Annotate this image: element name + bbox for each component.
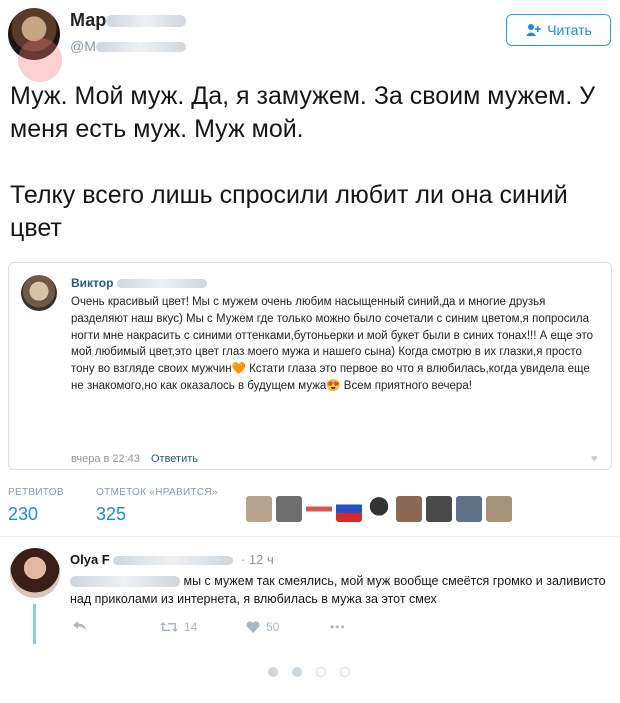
- liker-avatar[interactable]: [396, 496, 422, 522]
- quote-meta: вчера в 22:43 Ответить: [71, 453, 198, 465]
- pager-dot[interactable]: [340, 667, 350, 677]
- tweet-text: Муж. Мой муж. Да, я замужем. За своим му…: [10, 80, 610, 278]
- reply-action-button[interactable]: [72, 620, 88, 632]
- quote-author[interactable]: Виктор: [71, 276, 207, 290]
- heart-icon: [246, 621, 260, 633]
- follow-icon: [526, 24, 542, 36]
- divider: [0, 536, 620, 537]
- pager-dot[interactable]: [292, 667, 302, 677]
- reply-icon: [73, 621, 87, 631]
- liker-avatar[interactable]: [336, 496, 362, 522]
- pager-dots: [268, 667, 350, 677]
- quoted-comment[interactable]: Виктор Очень красивый цвет! Мы с мужем о…: [8, 262, 612, 470]
- liker-avatar[interactable]: [306, 496, 332, 522]
- retweets-count[interactable]: 230: [8, 504, 38, 525]
- liker-avatar[interactable]: [486, 496, 512, 522]
- reply-text: мы с мужем так смеялись, мой муж вообще …: [70, 574, 606, 606]
- retweets-label: РЕТВИТОВ: [8, 487, 64, 498]
- touch-indicator: [18, 38, 62, 82]
- retweet-button[interactable]: 14: [160, 620, 197, 634]
- retweet-icon: [160, 622, 178, 632]
- quote-avatar[interactable]: [21, 275, 57, 311]
- author-handle: @M: [70, 38, 186, 54]
- tweet-paragraph-2: Телку всего лишь спросили любит ли она с…: [10, 181, 568, 242]
- reply-retweet-count: 14: [184, 620, 198, 634]
- reply-header: Olya F · 12 ч: [70, 552, 274, 567]
- blurred-name: [106, 15, 187, 28]
- blurred-handle: [95, 42, 186, 53]
- reply-time: · 12 ч: [241, 552, 274, 567]
- quote-time: вчера в 22:43: [71, 453, 140, 465]
- blurred-mention: [70, 576, 180, 588]
- follow-button[interactable]: Читать: [506, 14, 611, 46]
- like-button[interactable]: 50: [246, 620, 279, 634]
- pager-dot[interactable]: [316, 667, 326, 677]
- tweet-paragraph-1: Муж. Мой муж. Да, я замужем. За своим му…: [10, 82, 596, 143]
- pager-dot[interactable]: [268, 667, 278, 677]
- reply-like-count: 50: [266, 620, 280, 634]
- reply-avatar[interactable]: [10, 548, 60, 598]
- heart-icon[interactable]: ♥: [591, 453, 598, 465]
- likes-label: ОТМЕТОК «НРАВИТСЯ»: [96, 487, 218, 498]
- liker-avatar[interactable]: [426, 496, 452, 522]
- blurred-reply-handle: [113, 556, 234, 566]
- more-icon[interactable]: •••: [330, 620, 346, 634]
- likes-count[interactable]: 325: [96, 504, 126, 525]
- liker-avatar[interactable]: [456, 496, 482, 522]
- liker-avatar[interactable]: [366, 496, 392, 522]
- liker-avatar[interactable]: [276, 496, 302, 522]
- reply-author[interactable]: Olya F: [70, 552, 110, 567]
- likers-avatars: [246, 496, 512, 522]
- thread-line: [33, 604, 36, 644]
- blurred-quote-name: [116, 279, 207, 289]
- quote-reply-link[interactable]: Ответить: [151, 453, 198, 465]
- quote-text: Очень красивый цвет! Мы с мужем очень лю…: [71, 296, 593, 392]
- liker-avatar[interactable]: [246, 496, 272, 522]
- author-name[interactable]: Мар: [70, 10, 187, 31]
